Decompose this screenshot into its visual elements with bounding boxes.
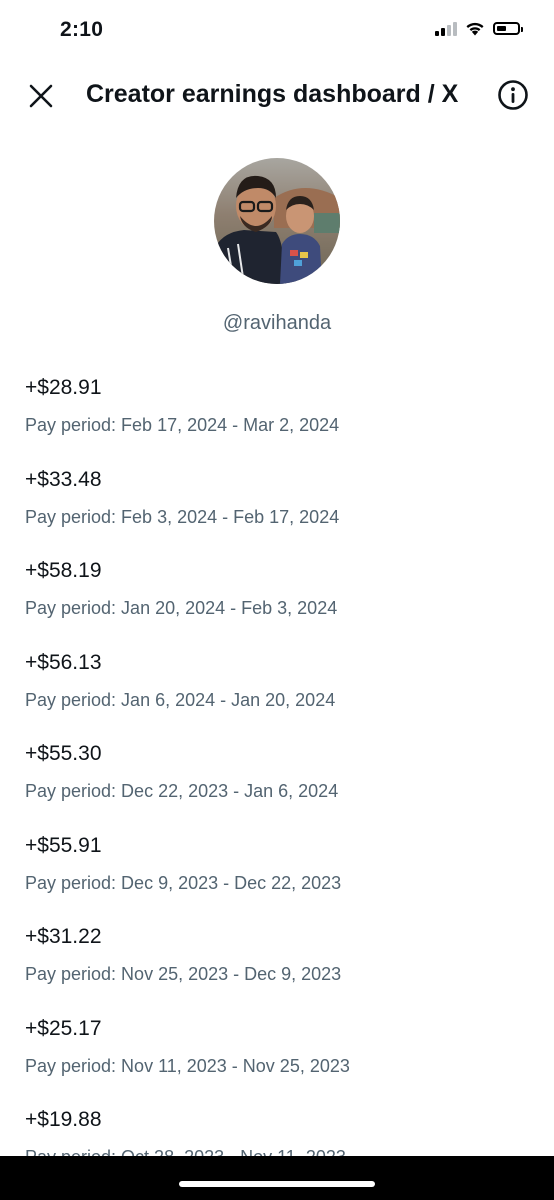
home-bar	[0, 1156, 554, 1200]
earning-item: +$55.91 Pay period: Dec 9, 2023 - Dec 22…	[25, 830, 535, 922]
status-time: 2:10	[60, 18, 104, 41]
earning-item: +$25.17 Pay period: Nov 11, 2023 - Nov 2…	[25, 1013, 535, 1105]
status-bar: 2:10	[0, 0, 554, 62]
earning-item: +$31.22 Pay period: Nov 25, 2023 - Dec 9…	[25, 921, 535, 1013]
close-button[interactable]	[24, 79, 58, 113]
pay-period: Pay period: Nov 25, 2023 - Dec 9, 2023	[25, 964, 342, 984]
earning-item: +$33.48 Pay period: Feb 3, 2024 - Feb 17…	[25, 464, 535, 556]
earning-amount: +$28.91	[25, 376, 102, 399]
profile-section: @ravihanda	[0, 158, 554, 335]
earning-amount: +$31.22	[25, 925, 102, 948]
pay-period: Pay period: Jan 20, 2024 - Feb 3, 2024	[25, 598, 338, 618]
wifi-icon	[466, 22, 484, 35]
earning-amount: +$25.17	[25, 1016, 102, 1040]
earning-item: +$58.19 Pay period: Jan 20, 2024 - Feb 3…	[25, 555, 535, 647]
status-icons	[435, 20, 523, 36]
page-title: Creator earnings dashboard / X	[86, 80, 459, 108]
battery-icon	[493, 21, 523, 35]
user-handle[interactable]: @ravihanda	[0, 312, 554, 335]
info-icon	[498, 80, 528, 110]
pay-period: Pay period: Jan 6, 2024 - Jan 20, 2024	[25, 689, 336, 710]
pay-period: Pay period: Feb 17, 2024 - Mar 2, 2024	[25, 415, 340, 435]
earning-amount: +$19.88	[25, 1108, 102, 1131]
earning-item: +$28.91 Pay period: Feb 17, 2024 - Mar 2…	[25, 372, 535, 464]
earning-amount: +$33.48	[25, 467, 102, 491]
earning-item: +$55.30 Pay period: Dec 22, 2023 - Jan 6…	[25, 738, 535, 830]
pay-period: Pay period: Nov 11, 2023 - Nov 25, 2023	[25, 1055, 350, 1076]
pay-period: Pay period: Feb 3, 2024 - Feb 17, 2024	[25, 506, 340, 527]
earning-item: +$56.13 Pay period: Jan 6, 2024 - Jan 20…	[25, 647, 535, 739]
avatar[interactable]	[214, 158, 340, 284]
avatar-photo	[214, 158, 340, 284]
earnings-list: +$28.91 Pay period: Feb 17, 2024 - Mar 2…	[25, 372, 535, 1196]
earning-amount: +$56.13	[25, 650, 102, 674]
earning-amount: +$58.19	[25, 559, 102, 582]
home-indicator[interactable]	[179, 1181, 375, 1187]
pay-period: Pay period: Dec 9, 2023 - Dec 22, 2023	[25, 872, 342, 893]
header: Creator earnings dashboard / X	[0, 62, 554, 126]
cellular-signal-icon	[435, 20, 457, 36]
earning-amount: +$55.30	[25, 742, 102, 765]
earning-amount: +$55.91	[25, 833, 102, 857]
close-icon	[29, 84, 53, 108]
info-button[interactable]	[496, 78, 530, 112]
pay-period: Pay period: Dec 22, 2023 - Jan 6, 2024	[25, 781, 339, 801]
